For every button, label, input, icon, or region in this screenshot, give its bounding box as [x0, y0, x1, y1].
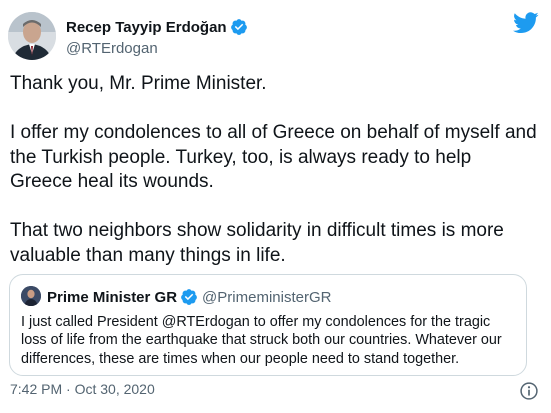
quoted-author-avatar[interactable]: [21, 286, 41, 306]
author-handle[interactable]: @RTErdogan: [66, 40, 248, 57]
info-icon[interactable]: [519, 381, 539, 401]
author-name-row: Recep Tayyip Erdoğan: [66, 17, 248, 37]
tweet-paragraph: I offer my condolences to all of Greece …: [10, 122, 537, 192]
quoted-display-name[interactable]: Prime Minister GR: [47, 289, 177, 306]
quoted-handle[interactable]: @PrimeministerGR: [202, 289, 331, 306]
quoted-tweet[interactable]: Prime Minister GR @PrimeministerGR I jus…: [9, 274, 527, 376]
quoted-text: I just called President @RTErdogan to of…: [21, 314, 502, 367]
tweet-card: Recep Tayyip Erdoğan @RTErdogan Thank yo…: [0, 0, 551, 413]
quoted-author-row: Prime Minister GR @PrimeministerGR: [47, 287, 331, 307]
verified-badge-icon: [181, 289, 197, 305]
tweet-paragraph: That two neighbors show solidarity in di…: [10, 220, 504, 266]
tweet-timestamp[interactable]: 7:42 PM · Oct 30, 2020: [10, 381, 155, 397]
author-info: Recep Tayyip Erdoğan @RTErdogan: [66, 17, 248, 57]
verified-badge-icon: [230, 19, 247, 35]
tweet-footer: 7:42 PM · Oct 30, 2020: [10, 380, 155, 398]
twitter-bird-icon[interactable]: [513, 12, 539, 34]
tweet-paragraph: Thank you, Mr. Prime Minister.: [10, 73, 267, 94]
tweet-body: Thank you, Mr. Prime Minister. I offer m…: [10, 72, 538, 268]
author-avatar[interactable]: [8, 12, 56, 60]
author-display-name[interactable]: Recep Tayyip Erdoğan: [66, 19, 227, 36]
